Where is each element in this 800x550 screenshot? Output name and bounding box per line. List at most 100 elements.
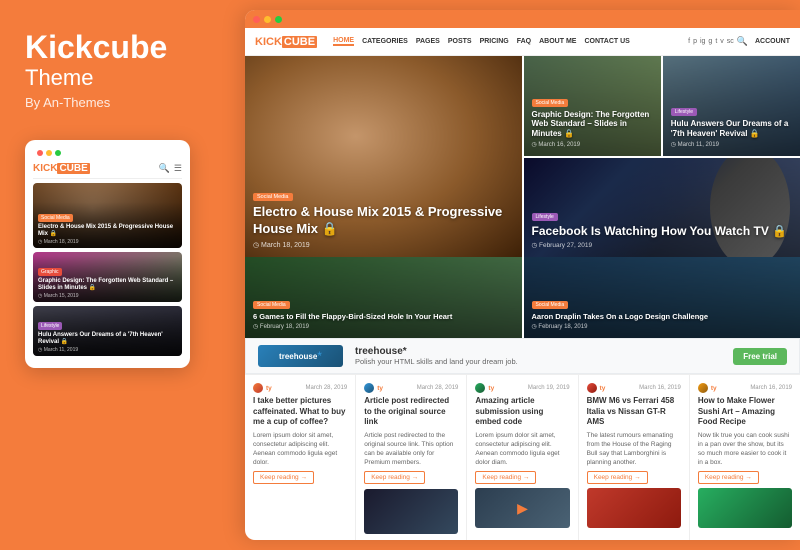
search-icon-nav[interactable]: 🔍	[737, 36, 748, 47]
featured-small-1-title: Graphic Design: The Forgotten Web Standa…	[532, 110, 653, 139]
card-4-body: The latest rumours emanating from the Ho…	[587, 431, 681, 467]
nav-home[interactable]: HOME	[333, 37, 354, 46]
mobile-post-1-overlay: Social Media Electro & House Mix 2015 & …	[33, 202, 182, 248]
card-5-avatar	[698, 383, 708, 393]
featured-small-2-title: Hulu Answers Our Dreams of a '7th Heaven…	[671, 119, 792, 138]
featured-facebook-post[interactable]: Lifestyle Facebook Is Watching How You W…	[524, 158, 800, 258]
treehouse-name: treehouse*	[355, 346, 721, 357]
desktop-logo-accent: CUBE	[282, 36, 317, 48]
card-1: ty March 28, 2019 I take better pictures…	[245, 375, 356, 540]
featured-grid: Social Media Electro & House Mix 2015 & …	[245, 56, 800, 257]
nav-contact[interactable]: CONTACT US	[584, 38, 629, 45]
mobile-mockup: KICKCUBE 🔍 ☰ Social Media Electro & Hous…	[25, 140, 190, 368]
nav-social-icons: f p ig g t v sc 🔍 ACCOUNT	[688, 36, 790, 47]
card-2-avatar	[364, 383, 374, 393]
mobile-post-2-overlay: Graphic Graphic Design: The Forgotten We…	[33, 256, 182, 302]
desktop-close-dot	[253, 16, 260, 23]
card-1-body: Lorem ipsum dolor sit amet, consectetur …	[253, 431, 347, 467]
treehouse-star: *	[317, 349, 322, 363]
featured-logo-post[interactable]: Social Media Aaron Draplin Takes On a Lo…	[524, 257, 800, 338]
card-5-author-name: ty	[711, 385, 717, 392]
mobile-post-3: Lifestyle Hulu Answers Our Dreams of a '…	[33, 306, 182, 356]
featured-small-1[interactable]: Social Media Graphic Design: The Forgott…	[524, 56, 661, 156]
mobile-post-1-tag: Social Media	[38, 214, 73, 222]
desktop-minimize-dot	[264, 16, 271, 23]
featured-logo-title: Aaron Draplin Takes On a Logo Design Cha…	[532, 312, 793, 321]
card-3-date: March 19, 2019	[528, 385, 570, 391]
featured-games-date: ◷ February 18, 2019	[253, 323, 514, 330]
featured-logo-content: Social Media Aaron Draplin Takes On a Lo…	[532, 293, 793, 330]
desktop-mockup: KICKCUBE HOME CATEGORIES PAGES POSTS PRI…	[245, 10, 800, 540]
facebook-post-date: ◷ February 27, 2019	[532, 241, 793, 249]
card-2-body: Article post redirected to the original …	[364, 431, 458, 467]
card-3-body: Lorem ipsum dolor sit amet, consectetur …	[475, 431, 569, 467]
card-3-video-thumb: ▶	[475, 488, 569, 528]
treehouse-logo: treehouse *	[258, 345, 343, 367]
search-icon[interactable]: 🔍	[159, 163, 170, 174]
mobile-window-dots	[33, 148, 182, 158]
nav-pages[interactable]: PAGES	[416, 38, 440, 45]
close-dot	[37, 150, 43, 156]
featured-main-post[interactable]: Social Media Electro & House Mix 2015 & …	[245, 56, 522, 257]
pinterest-icon[interactable]: p	[693, 38, 697, 45]
card-2-read-more[interactable]: Keep reading →	[364, 471, 425, 484]
tumblr-icon[interactable]: t	[715, 38, 717, 45]
nav-posts[interactable]: POSTS	[448, 38, 472, 45]
second-featured-row: Social Media 6 Games to Fill the Flappy-…	[245, 257, 800, 338]
card-1-title: I take better pictures caffeinated. What…	[253, 396, 347, 427]
mobile-post-3-tag: Lifestyle	[38, 322, 62, 330]
featured-main-tag: Social Media	[253, 193, 293, 201]
treehouse-free-trial-button[interactable]: Free trial	[733, 348, 787, 365]
nav-categories[interactable]: CATEGORIES	[362, 38, 408, 45]
mobile-post-3-overlay: Lifestyle Hulu Answers Our Dreams of a '…	[33, 310, 182, 356]
featured-small-2-content: Lifestyle Hulu Answers Our Dreams of a '…	[671, 100, 792, 147]
card-4-read-more[interactable]: Keep reading →	[587, 471, 648, 484]
vimeo-icon[interactable]: v	[720, 38, 724, 45]
card-5-body: Now tik true you can cook sushi in a pan…	[698, 431, 792, 467]
featured-right-stack: Social Media Graphic Design: The Forgott…	[524, 56, 800, 257]
card-2-image	[364, 489, 458, 534]
google-icon[interactable]: g	[708, 38, 712, 45]
mobile-post-1-title: Electro & House Mix 2015 & Progressive H…	[38, 224, 177, 238]
featured-small-2-tag: Lifestyle	[671, 108, 697, 116]
card-2-date: March 28, 2019	[417, 385, 459, 391]
nav-about[interactable]: ABOUT ME	[539, 38, 576, 45]
nav-faq[interactable]: FAQ	[517, 38, 531, 45]
facebook-post-content: Lifestyle Facebook Is Watching How You W…	[532, 205, 793, 250]
mobile-header: KICKCUBE 🔍 ☰	[33, 163, 182, 179]
mobile-post-2-title: Graphic Design: The Forgotten Web Standa…	[38, 278, 177, 292]
card-5-image	[698, 488, 792, 528]
card-3-author-name: ty	[488, 385, 494, 392]
card-1-read-more[interactable]: Keep reading →	[253, 471, 314, 484]
card-4-avatar	[587, 383, 597, 393]
card-3-read-more[interactable]: Keep reading →	[475, 471, 536, 484]
nav-account[interactable]: ACCOUNT	[755, 38, 790, 45]
card-5-read-more[interactable]: Keep reading →	[698, 471, 759, 484]
facebook-post-tag: Lifestyle	[532, 213, 558, 221]
card-1-author-name: ty	[266, 385, 272, 392]
desktop-logo-text: KICK	[255, 36, 282, 48]
featured-games-post[interactable]: Social Media 6 Games to Fill the Flappy-…	[245, 257, 522, 338]
featured-games-title: 6 Games to Fill the Flappy-Bird-Sized Ho…	[253, 312, 514, 321]
card-5-title: How to Make Flower Sushi Art – Amazing F…	[698, 396, 792, 427]
brand-by: By An-Themes	[25, 95, 220, 110]
card-4-title: BMW M6 vs Ferrari 458 Italia vs Nissan G…	[587, 396, 681, 427]
play-icon[interactable]: ▶	[517, 500, 528, 517]
mobile-logo-accent: CUBE	[57, 163, 89, 174]
featured-small-2[interactable]: Lifestyle Hulu Answers Our Dreams of a '…	[663, 56, 800, 156]
menu-icon[interactable]: ☰	[174, 163, 182, 174]
facebook-icon[interactable]: f	[688, 38, 690, 45]
soundcloud-icon[interactable]: sc	[727, 38, 734, 45]
maximize-dot	[55, 150, 61, 156]
featured-main-content: Social Media Electro & House Mix 2015 & …	[253, 185, 514, 249]
card-3-avatar	[475, 383, 485, 393]
desktop-navbar: KICKCUBE HOME CATEGORIES PAGES POSTS PRI…	[245, 28, 800, 56]
desktop-maximize-dot	[275, 16, 282, 23]
featured-small-1-tag: Social Media	[532, 99, 569, 107]
featured-main-date: ◷ March 18, 2019	[253, 241, 514, 249]
treehouse-logo-text: treehouse	[279, 352, 317, 361]
mobile-post-2-tag: Graphic	[38, 268, 62, 276]
left-panel: Kickcube Theme By An-Themes KICKCUBE 🔍 ☰…	[0, 0, 245, 550]
instagram-icon[interactable]: ig	[700, 38, 705, 45]
nav-pricing[interactable]: PRICING	[480, 38, 509, 45]
